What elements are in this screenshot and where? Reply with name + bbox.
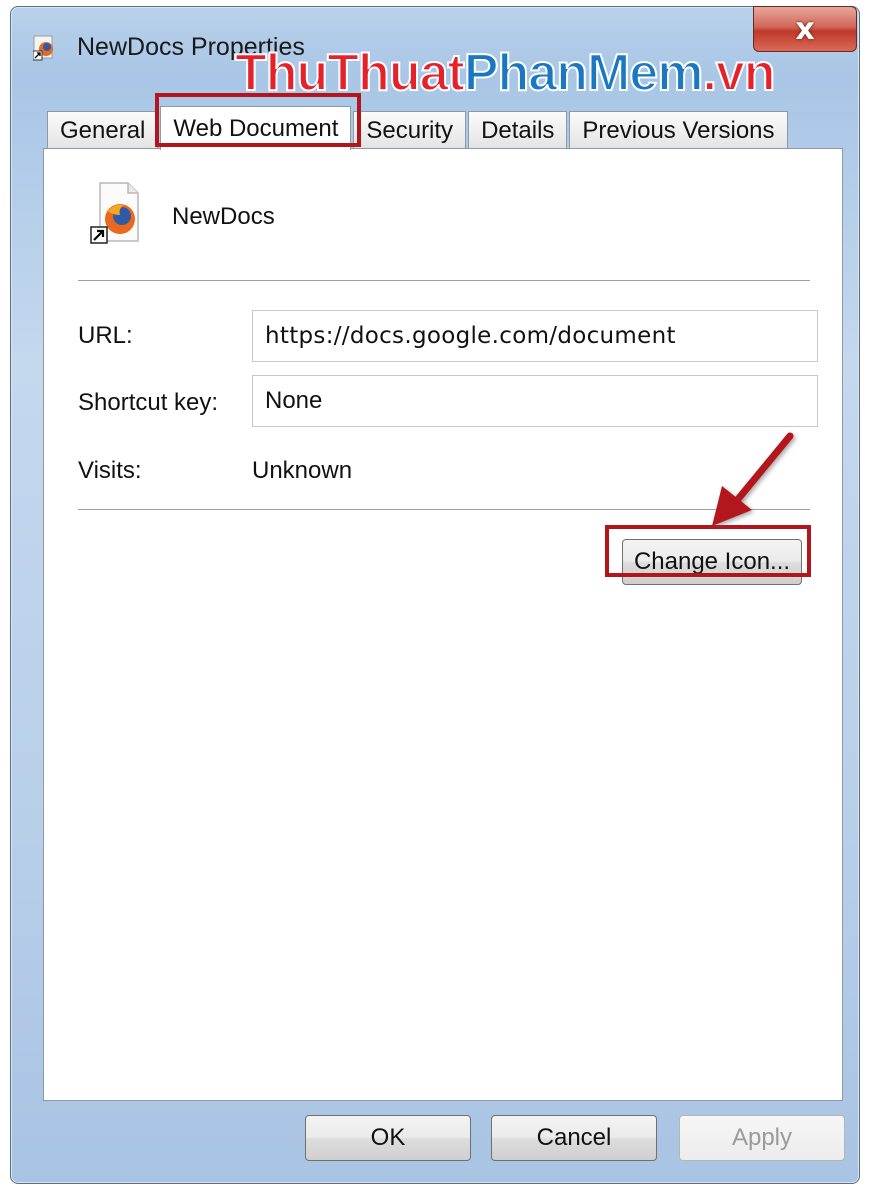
tab-previous-versions[interactable]: Previous Versions xyxy=(569,111,788,149)
divider xyxy=(78,280,810,282)
close-icon: x xyxy=(795,11,815,47)
visits-value: Unknown xyxy=(252,457,353,484)
tab-security[interactable]: Security xyxy=(353,111,467,149)
cancel-button[interactable]: Cancel xyxy=(491,1115,657,1161)
change-icon-button[interactable]: Change Icon... xyxy=(622,539,802,585)
ok-button[interactable]: OK xyxy=(305,1115,471,1161)
title-bar[interactable]: NewDocs Properties ThuThuatPhanMem.vn x xyxy=(11,6,859,103)
firefox-shortcut-icon xyxy=(33,35,53,61)
tab-details[interactable]: Details xyxy=(468,111,568,149)
url-label: URL: xyxy=(78,322,133,349)
shortcut-key-field[interactable]: None xyxy=(252,375,818,427)
firefox-shortcut-icon xyxy=(90,182,139,244)
properties-window: NewDocs Properties ThuThuatPhanMem.vn x … xyxy=(10,6,860,1184)
shortcut-key-label: Shortcut key: xyxy=(78,389,219,416)
web-document-panel: NewDocs URL: https://docs.google.com/doc… xyxy=(43,148,843,1101)
document-name: NewDocs xyxy=(172,203,275,230)
close-button[interactable]: x xyxy=(753,6,857,52)
apply-button: Apply xyxy=(679,1115,845,1161)
visits-label: Visits: xyxy=(78,457,142,484)
divider xyxy=(78,509,810,511)
watermark-logo: ThuThuatPhanMem.vn xyxy=(234,43,777,103)
tab-web-document[interactable]: Web Document xyxy=(160,106,352,150)
url-field[interactable]: https://docs.google.com/document xyxy=(252,310,818,362)
tab-strip: General Web Document Security Details Pr… xyxy=(47,105,790,150)
tab-general[interactable]: General xyxy=(47,111,159,149)
